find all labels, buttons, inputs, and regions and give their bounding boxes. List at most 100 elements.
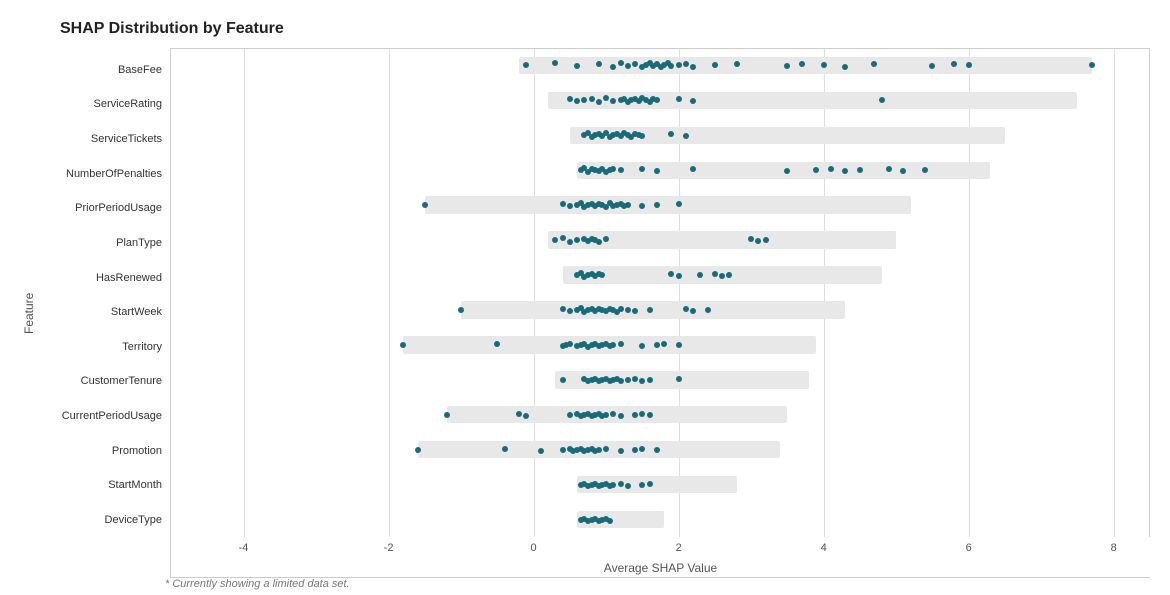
shap-dot [610, 342, 616, 348]
x-tick-label: 6 [966, 542, 972, 554]
shap-dot [676, 273, 682, 279]
shap-dot [676, 96, 682, 102]
shap-dot [763, 237, 769, 243]
shap-dot [668, 131, 674, 137]
shap-dot [639, 343, 645, 349]
shap-dot [647, 412, 653, 418]
shap-dot [1089, 62, 1095, 68]
shap-dot [712, 62, 718, 68]
shap-dot [422, 202, 428, 208]
x-tick-label: 8 [1111, 542, 1117, 554]
shap-dot [618, 167, 624, 173]
shap-dot [632, 308, 638, 314]
shap-dot [857, 167, 863, 173]
shap-dot [618, 60, 624, 66]
grid-line [1114, 48, 1115, 537]
shap-dot [799, 61, 805, 67]
shap-dot [610, 482, 616, 488]
shap-dot [697, 272, 703, 278]
shap-dot [632, 412, 638, 418]
shap-dot [719, 273, 725, 279]
shap-dot [922, 167, 928, 173]
y-feature-label: NumberOfPenalties [40, 168, 170, 181]
y-feature-label: Territory [40, 341, 170, 354]
shap-dot [900, 168, 906, 174]
y-feature-label: BaseFee [40, 64, 170, 77]
shap-dot [567, 96, 573, 102]
shap-dot [871, 61, 877, 67]
shap-dot [618, 306, 624, 312]
shap-dot [610, 166, 616, 172]
shap-dot [603, 236, 609, 242]
shap-dot [618, 481, 624, 487]
shap-dot [929, 63, 935, 69]
shap-dot [625, 483, 631, 489]
shap-dot [618, 448, 624, 454]
grid-line [824, 48, 825, 537]
shap-dot [581, 97, 587, 103]
shap-dot [552, 60, 558, 66]
shap-dot [842, 168, 848, 174]
shap-dot [607, 518, 613, 524]
shap-dot [560, 306, 566, 312]
shap-dot [654, 447, 660, 453]
shap-dot [560, 235, 566, 241]
x-tick-label: 0 [531, 542, 537, 554]
shap-dot [654, 168, 660, 174]
shap-dot [603, 412, 609, 418]
y-feature-label: StartWeek [40, 306, 170, 319]
chart-title: SHAP Distribution by Feature [60, 20, 1150, 38]
shap-dot [690, 166, 696, 172]
shap-dot [625, 307, 631, 313]
shap-dot [951, 61, 957, 67]
y-feature-label: DeviceType [40, 514, 170, 527]
shap-dot [784, 63, 790, 69]
shap-dot [458, 307, 464, 313]
shap-dot [567, 308, 573, 314]
shap-dot [560, 447, 566, 453]
shap-dot [683, 133, 689, 139]
y-feature-label: PriorPeriodUsage [40, 202, 170, 215]
shap-dot [516, 411, 522, 417]
shap-dot [502, 446, 508, 452]
shap-dot [596, 61, 602, 67]
feature-bar [519, 57, 1092, 74]
shap-dot [632, 376, 638, 382]
y-axis-label: Feature [20, 48, 38, 578]
y-feature-labels: BaseFeeServiceRatingServiceTicketsNumber… [40, 48, 170, 578]
shap-dot [625, 202, 631, 208]
shap-dot [676, 62, 682, 68]
grid-line [389, 48, 390, 537]
shap-dot [647, 377, 653, 383]
shap-dot [567, 203, 573, 209]
shap-dot [625, 63, 631, 69]
shap-dot [639, 133, 645, 139]
shap-dot [683, 306, 689, 312]
shap-dot [828, 166, 834, 172]
y-feature-label: HasRenewed [40, 272, 170, 285]
shap-dot [639, 378, 645, 384]
shap-dot [618, 413, 624, 419]
shap-dot [784, 168, 790, 174]
shap-dot [567, 341, 573, 347]
shap-dot [821, 62, 827, 68]
shap-dot [654, 342, 660, 348]
shap-dot [618, 378, 624, 384]
grid-lines [171, 48, 1150, 537]
shap-dot [567, 239, 573, 245]
shap-dot [610, 98, 616, 104]
shap-dot [639, 482, 645, 488]
shap-dot [748, 236, 754, 242]
shap-dot [415, 447, 421, 453]
grid-line [534, 48, 535, 537]
shap-dot [690, 64, 696, 70]
y-feature-label: CurrentPeriodUsage [40, 410, 170, 423]
shap-dot [668, 63, 674, 69]
shap-dot [610, 64, 616, 70]
shap-dot [654, 97, 660, 103]
plot-right-border [1149, 48, 1150, 537]
grid-line [679, 48, 680, 537]
shap-dot [647, 307, 653, 313]
shap-dot [639, 203, 645, 209]
shap-dot [560, 201, 566, 207]
